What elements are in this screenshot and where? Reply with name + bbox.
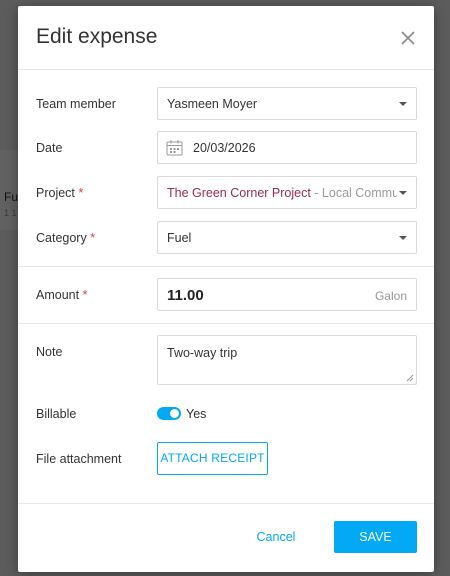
date-label: Date — [36, 141, 63, 155]
team-member-label: Team member — [36, 97, 116, 111]
date-value: 20/03/2026 — [193, 141, 256, 155]
project-name: The Green Corner Project — [167, 186, 311, 200]
amount-value: 11.00 — [167, 287, 204, 304]
billable-toggle[interactable] — [157, 407, 181, 420]
required-mark: * — [78, 186, 84, 200]
category-label: Category * — [36, 231, 95, 245]
note-textarea[interactable]: Two-way trip — [157, 335, 417, 385]
required-mark: * — [90, 231, 96, 245]
amount-unit: Galon — [374, 289, 407, 303]
amount-label-text: Amount — [36, 288, 80, 302]
edit-expense-dialog: Edit expense Team member Yasmeen Moyer D… — [18, 6, 434, 572]
save-button[interactable]: SAVE — [334, 521, 417, 553]
required-mark: * — [82, 288, 88, 302]
amount-label: Amount * — [36, 288, 87, 302]
project-separator: - — [310, 186, 322, 200]
close-button[interactable] — [396, 26, 420, 50]
chevron-down-icon — [399, 102, 407, 106]
billable-state: Yes — [186, 407, 207, 421]
close-icon — [401, 31, 415, 45]
attach-receipt-button[interactable]: ATTACH RECEIPT — [157, 442, 268, 475]
divider — [18, 266, 434, 267]
category-select[interactable]: Fuel — [157, 221, 417, 254]
category-value: Fuel — [167, 231, 192, 245]
billable-label: Billable — [36, 407, 77, 421]
footer-divider — [18, 503, 434, 504]
toggle-knob — [170, 409, 179, 418]
team-member-select[interactable]: Yasmeen Moyer — [157, 87, 417, 120]
chevron-down-icon — [399, 236, 407, 240]
category-label-text: Category — [36, 231, 87, 245]
dialog-title: Edit expense — [36, 25, 158, 48]
resize-handle-icon[interactable] — [406, 374, 414, 382]
divider — [18, 323, 434, 324]
attachment-label: File attachment — [36, 452, 122, 466]
date-field[interactable]: 20/03/2026 — [157, 131, 417, 164]
note-label: Note — [36, 345, 63, 359]
dialog-header: Edit expense — [18, 6, 434, 70]
chevron-down-icon — [399, 191, 407, 195]
note-value: Two-way trip — [167, 346, 238, 360]
project-client: Local Community — [321, 186, 397, 200]
cancel-button[interactable]: Cancel — [240, 521, 312, 553]
project-select[interactable]: The Green Corner Project - Local Communi… — [157, 176, 417, 209]
amount-input[interactable]: 11.00 Galon — [157, 278, 417, 311]
project-label: Project * — [36, 186, 83, 200]
project-value: The Green Corner Project - Local Communi… — [167, 186, 397, 200]
project-label-text: Project — [36, 186, 75, 200]
team-member-value: Yasmeen Moyer — [167, 97, 258, 111]
calendar-icon — [166, 140, 183, 156]
